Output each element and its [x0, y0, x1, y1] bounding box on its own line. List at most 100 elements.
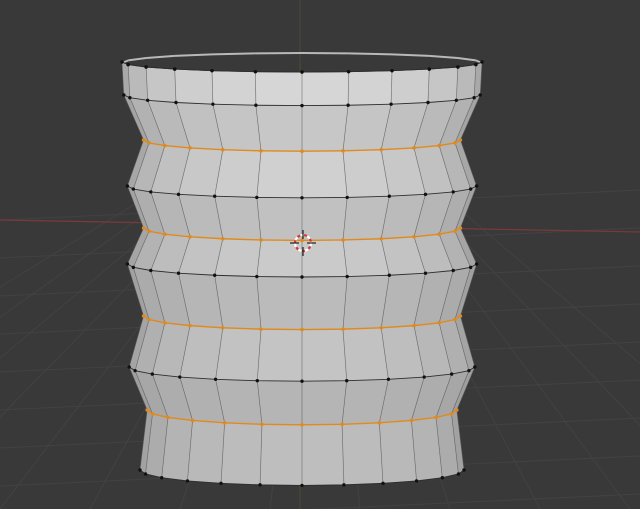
selected-vertex[interactable] [300, 238, 304, 243]
selected-vertex[interactable] [163, 232, 167, 236]
selected-vertex[interactable] [300, 423, 304, 427]
selected-vertex[interactable] [163, 143, 167, 148]
vertex[interactable] [474, 184, 479, 188]
selected-vertex[interactable] [260, 422, 264, 427]
vertex[interactable] [213, 273, 217, 277]
vertex[interactable] [210, 68, 214, 73]
selected-vertex[interactable] [340, 422, 344, 427]
selected-vertex[interactable] [259, 327, 263, 331]
vertex[interactable] [427, 67, 431, 71]
vertex[interactable] [255, 195, 259, 200]
selected-vertex[interactable] [190, 418, 195, 423]
vertex[interactable] [131, 187, 136, 191]
selected-vertex[interactable] [141, 226, 146, 230]
vertex[interactable] [176, 192, 181, 197]
vertex[interactable] [300, 196, 304, 200]
vertex[interactable] [120, 60, 124, 64]
vertex[interactable] [468, 187, 473, 191]
selected-vertex[interactable] [222, 421, 227, 425]
vertex[interactable] [300, 103, 304, 108]
selected-vertex[interactable] [437, 232, 441, 236]
vertex[interactable] [451, 190, 455, 194]
vertex[interactable] [174, 100, 178, 105]
selected-vertex[interactable] [458, 138, 463, 142]
vertex[interactable] [133, 368, 137, 373]
vertex[interactable] [219, 481, 223, 486]
vertex[interactable] [423, 192, 428, 197]
vertex[interactable] [149, 190, 153, 194]
selected-vertex[interactable] [188, 146, 192, 150]
selected-vertex[interactable] [437, 321, 441, 325]
selected-vertex[interactable] [409, 418, 414, 423]
vertex[interactable] [389, 102, 393, 106]
vertex[interactable] [390, 68, 394, 73]
selected-vertex[interactable] [166, 415, 170, 420]
vertex[interactable] [346, 69, 351, 74]
viewport-canvas[interactable] [0, 0, 640, 509]
selected-vertex[interactable] [458, 314, 463, 318]
vertex[interactable] [149, 268, 153, 273]
vertex[interactable] [138, 468, 142, 472]
vertex[interactable] [185, 479, 190, 483]
3d-viewport[interactable] [0, 0, 640, 509]
vertex[interactable] [346, 103, 350, 107]
vertex[interactable] [122, 93, 126, 97]
vertex[interactable] [173, 67, 177, 71]
vertex[interactable] [414, 479, 419, 483]
selected-vertex[interactable] [455, 408, 459, 412]
selected-vertex[interactable] [188, 234, 192, 239]
vertex[interactable] [345, 274, 349, 279]
vertex[interactable] [131, 265, 136, 270]
vertex[interactable] [474, 62, 478, 67]
vertex[interactable] [176, 271, 181, 275]
vertex[interactable] [468, 265, 473, 270]
vertex[interactable] [145, 98, 150, 103]
vertex[interactable] [472, 96, 476, 100]
vertex[interactable] [478, 93, 482, 97]
vertex[interactable] [474, 262, 479, 266]
vertex[interactable] [345, 379, 349, 383]
vertex[interactable] [160, 476, 164, 480]
vertex[interactable] [125, 184, 130, 188]
vertex[interactable] [254, 103, 258, 107]
selected-vertex[interactable] [300, 149, 304, 153]
vertex[interactable] [456, 65, 460, 69]
vertex[interactable] [462, 468, 466, 472]
vertex[interactable] [253, 69, 258, 74]
vertex[interactable] [381, 481, 385, 486]
vertex[interactable] [143, 472, 148, 476]
selected-vertex[interactable] [341, 238, 345, 242]
vertex[interactable] [128, 96, 132, 100]
selected-vertex[interactable] [300, 327, 304, 332]
selected-vertex[interactable] [259, 238, 263, 242]
selected-vertex[interactable] [259, 149, 263, 153]
vertex[interactable] [387, 194, 391, 198]
vertex[interactable] [387, 273, 391, 277]
selected-vertex[interactable] [150, 412, 155, 416]
vertex[interactable] [473, 365, 477, 369]
vertex[interactable] [342, 483, 346, 487]
vertex[interactable] [300, 379, 304, 383]
selected-vertex[interactable] [147, 229, 151, 234]
selected-vertex[interactable] [341, 149, 345, 153]
selected-vertex[interactable] [379, 325, 384, 330]
selected-vertex[interactable] [412, 323, 416, 328]
selected-vertex[interactable] [379, 236, 384, 241]
selected-vertex[interactable] [458, 226, 463, 230]
selected-vertex[interactable] [437, 143, 441, 148]
selected-vertex[interactable] [221, 147, 225, 152]
selected-vertex[interactable] [449, 412, 454, 416]
vertex[interactable] [440, 476, 444, 480]
vertex[interactable] [480, 60, 484, 64]
selected-vertex[interactable] [453, 229, 457, 234]
vertex[interactable] [300, 483, 304, 488]
vertex[interactable] [211, 102, 215, 106]
vertex[interactable] [144, 65, 148, 69]
selected-vertex[interactable] [341, 327, 345, 331]
vertex[interactable] [127, 365, 131, 369]
vertex[interactable] [467, 368, 471, 373]
vertex[interactable] [386, 377, 391, 381]
selected-vertex[interactable] [188, 323, 192, 328]
vertex[interactable] [300, 275, 304, 279]
selected-vertex[interactable] [412, 146, 416, 150]
